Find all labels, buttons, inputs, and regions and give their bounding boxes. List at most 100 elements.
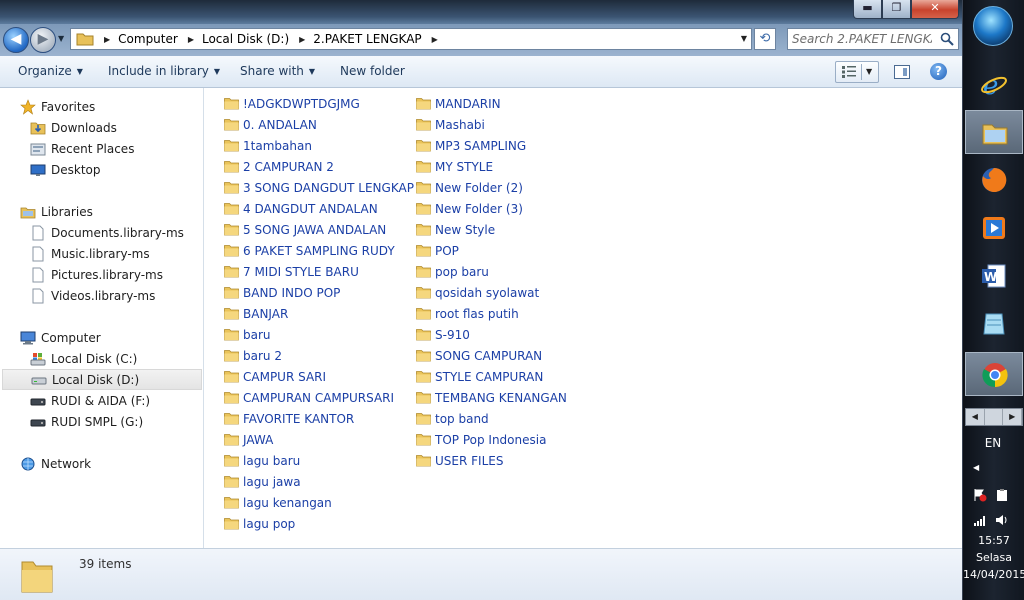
folder-item[interactable]: lagu kenangan — [224, 492, 332, 513]
folder-item[interactable]: TOP Pop Indonesia — [416, 429, 546, 450]
back-button[interactable]: ◀ — [3, 27, 29, 53]
nav-music-library[interactable]: Music.library-ms — [30, 243, 150, 264]
folder-item[interactable]: 7 MIDI STYLE BARU — [224, 261, 359, 282]
taskbar-chrome[interactable] — [965, 352, 1023, 396]
help-icon[interactable]: ? — [930, 63, 947, 80]
nav-favorites[interactable]: Favorites — [20, 96, 95, 117]
nav-network[interactable]: Network — [20, 453, 91, 474]
folder-item[interactable]: SONG CAMPURAN — [416, 345, 542, 366]
folder-item[interactable]: pop baru — [416, 261, 489, 282]
address-bar[interactable]: ▶ Computer ▶ Local Disk (D:) ▶ 2.PAKET LENG… — [70, 28, 752, 50]
scroll-right-icon[interactable]: ▶ — [1003, 409, 1023, 425]
recent-pages-dropdown[interactable]: ▼ — [58, 34, 64, 43]
nav-pictures-library[interactable]: Pictures.library-ms — [30, 264, 163, 285]
chevron-down-icon[interactable]: ▼ — [866, 67, 872, 76]
action-center-flag-icon[interactable] — [973, 488, 987, 502]
clock-date[interactable]: 14/04/2015 — [963, 568, 1024, 581]
folder-item[interactable]: 6 PAKET SAMPLING RUDY — [224, 240, 395, 261]
scroll-left-icon[interactable]: ◀ — [966, 409, 985, 425]
nav-computer[interactable]: Computer — [20, 327, 101, 348]
folder-item[interactable]: root flas putih — [416, 303, 519, 324]
folder-item[interactable]: FAVORITE KANTOR — [224, 408, 354, 429]
folder-item[interactable]: USER FILES — [416, 450, 503, 471]
nav-local-disk-d[interactable]: Local Disk (D:) — [2, 369, 202, 390]
folder-item[interactable]: BANJAR — [224, 303, 288, 324]
folder-item[interactable]: Mashabi — [416, 114, 485, 135]
taskbar-windows-explorer[interactable] — [965, 110, 1023, 154]
nav-desktop[interactable]: Desktop — [30, 159, 101, 180]
nav-videos-library[interactable]: Videos.library-ms — [30, 285, 155, 306]
folder-item[interactable]: lagu pop — [224, 513, 295, 534]
folder-item[interactable]: S-910 — [416, 324, 470, 345]
search-icon[interactable] — [940, 32, 954, 46]
taskbar-notepad[interactable] — [965, 302, 1023, 346]
nav-documents-library[interactable]: Documents.library-ms — [30, 222, 184, 243]
breadcrumb-local-disk-d[interactable]: ▶ Local Disk (D:) — [178, 32, 289, 46]
scroll-thumb[interactable] — [985, 409, 1004, 425]
folder-item[interactable]: qosidah syolawat — [416, 282, 539, 303]
breadcrumb-paket-lengkap[interactable]: ▶ 2.PAKET LENGKAP ▶ — [289, 32, 446, 46]
close-button[interactable]: ✕ — [911, 0, 959, 19]
nav-drive-g[interactable]: RUDI SMPL (G:) — [30, 411, 143, 432]
taskbar-firefox[interactable] — [965, 158, 1023, 202]
preview-pane-icon[interactable] — [894, 65, 910, 79]
folder-item[interactable]: 3 SONG DANGDUT LENGKAP — [224, 177, 414, 198]
folder-item[interactable]: STYLE CAMPURAN — [416, 366, 543, 387]
folder-item[interactable]: 1tambahan — [224, 135, 312, 156]
folder-item[interactable]: baru — [224, 324, 271, 345]
folder-item[interactable]: top band — [416, 408, 489, 429]
breadcrumb-computer[interactable]: ▶ Computer — [94, 32, 178, 46]
folder-item[interactable]: CAMPURAN CAMPURSARI — [224, 387, 394, 408]
language-indicator[interactable]: EN — [963, 436, 1023, 450]
folder-item[interactable]: !ADGKDWPTDGJMG — [224, 93, 360, 114]
organize-menu[interactable]: Organize ▼ — [18, 64, 83, 78]
include-in-library-menu[interactable]: Include in library ▼ — [108, 64, 220, 78]
nav-recent-places[interactable]: Recent Places — [30, 138, 134, 159]
folder-item[interactable]: 2 CAMPURAN 2 — [224, 156, 334, 177]
taskbar-media-player[interactable] — [965, 206, 1023, 250]
folder-item[interactable]: 0. ANDALAN — [224, 114, 317, 135]
folder-item[interactable]: MANDARIN — [416, 93, 501, 114]
folder-icon — [224, 371, 239, 383]
nav-drive-f[interactable]: RUDI & AIDA (F:) — [30, 390, 150, 411]
clock-time[interactable]: 15:57 — [963, 534, 1024, 547]
new-folder-button[interactable]: New folder — [340, 64, 405, 78]
start-button[interactable] — [973, 6, 1013, 46]
taskbar-internet-explorer[interactable]: e — [965, 62, 1023, 106]
folder-item[interactable]: MY STYLE — [416, 156, 493, 177]
volume-icon[interactable] — [995, 513, 1009, 527]
maximize-button[interactable]: ❐ — [882, 0, 911, 19]
folder-item[interactable]: baru 2 — [224, 345, 282, 366]
minimize-button[interactable]: ▬ — [853, 0, 882, 19]
folder-item[interactable]: JAWA — [224, 429, 273, 450]
folder-item[interactable]: New Style — [416, 219, 495, 240]
folder-item[interactable]: lagu jawa — [224, 471, 301, 492]
folder-item[interactable]: TEMBANG KENANGAN — [416, 387, 567, 408]
address-history-dropdown[interactable]: ▼ — [741, 34, 747, 43]
network-signal-icon[interactable] — [973, 513, 987, 527]
folder-item[interactable]: POP — [416, 240, 459, 261]
title-bar[interactable]: ▬ ❐ ✕ — [0, 0, 962, 24]
nav-downloads[interactable]: Downloads — [30, 117, 117, 138]
folder-item[interactable]: BAND INDO POP — [224, 282, 340, 303]
nav-libraries[interactable]: Libraries — [20, 201, 93, 222]
folder-item[interactable]: MP3 SAMPLING — [416, 135, 526, 156]
refresh-button[interactable]: ⟲ — [754, 28, 776, 50]
folder-item[interactable]: New Folder (3) — [416, 198, 523, 219]
folder-item[interactable]: 5 SONG JAWA ANDALAN — [224, 219, 386, 240]
show-hidden-icons-icon[interactable]: ◀ — [973, 463, 979, 472]
clock-day[interactable]: Selasa — [963, 551, 1024, 564]
folder-item[interactable]: CAMPUR SARI — [224, 366, 326, 387]
folder-item[interactable]: 4 DANGDUT ANDALAN — [224, 198, 378, 219]
taskbar-word[interactable]: W — [965, 254, 1023, 298]
taskbar-scroll[interactable]: ◀ ▶ — [965, 408, 1023, 426]
folder-item[interactable]: New Folder (2) — [416, 177, 523, 198]
change-view-button[interactable]: ▼ — [835, 61, 879, 83]
search-box[interactable] — [787, 28, 959, 50]
search-input[interactable] — [792, 30, 932, 48]
folder-item[interactable]: lagu baru — [224, 450, 300, 471]
clipboard-icon[interactable] — [995, 488, 1009, 502]
forward-button[interactable]: ▶ — [30, 27, 56, 53]
nav-local-disk-c[interactable]: Local Disk (C:) — [30, 348, 137, 369]
share-with-menu[interactable]: Share with ▼ — [240, 64, 315, 78]
